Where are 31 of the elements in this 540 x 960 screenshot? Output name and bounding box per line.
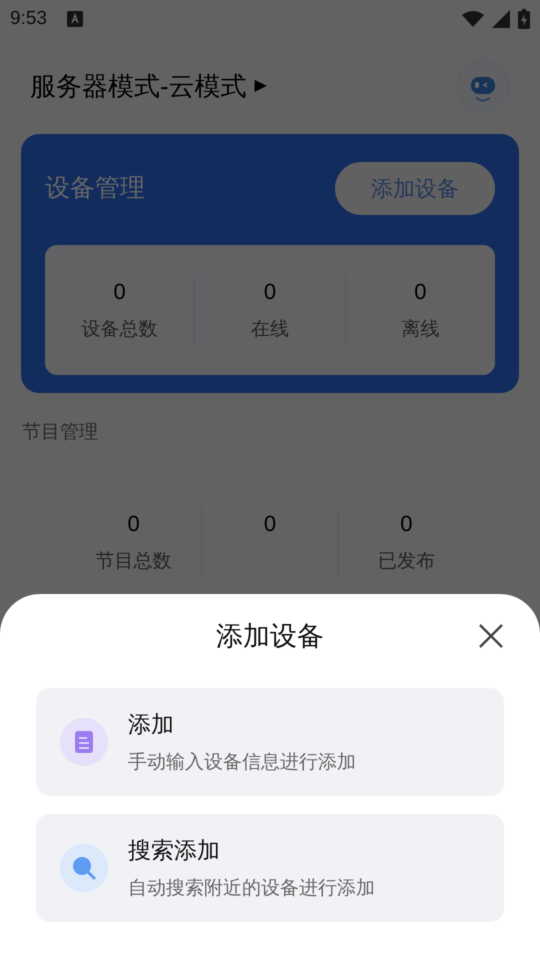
stat-value: 0 (114, 278, 126, 306)
document-icon (60, 718, 108, 766)
card-title: 设备管理 (45, 172, 145, 204)
stat-value: 0 (400, 510, 412, 538)
stat-label: 设备总数 (82, 318, 158, 342)
caret-icon[interactable]: ▶ (254, 74, 267, 98)
status-time: 9:53 (10, 6, 47, 31)
sheet-title: 添加设备 (216, 620, 324, 653)
mode-title[interactable]: 服务器模式-云模式 (30, 66, 247, 106)
battery-icon (518, 9, 530, 29)
add-device-button[interactable]: 添加设备 (335, 162, 495, 215)
close-icon[interactable] (478, 623, 504, 649)
stat-value: 0 (414, 278, 426, 306)
stat-value: 0 (128, 510, 140, 538)
option-card[interactable]: 添加 手动输入设备信息进行添加 (36, 688, 504, 796)
section-title: 节目管理 (22, 422, 98, 442)
option-title: 添加 (128, 710, 175, 738)
option-description: 自动搜索附近的设备进行添加 (128, 877, 375, 901)
option-card[interactable]: 搜索添加 自动搜索附近的设备进行添加 (36, 814, 504, 922)
stat-label: 在线 (250, 318, 289, 342)
stat-label: 离线 (401, 318, 440, 342)
stat-value: 0 (264, 510, 276, 538)
option-title: 搜索添加 (128, 836, 221, 864)
stat-label: 已发布 (378, 550, 435, 574)
signal-icon (492, 10, 510, 28)
search-icon (60, 844, 108, 892)
wifi-icon (462, 11, 484, 27)
stat-value: 0 (264, 278, 276, 306)
keyboard-icon (66, 11, 83, 27)
option-description: 手动输入设备信息进行添加 (128, 751, 356, 775)
stat-label: 节目总数 (96, 550, 172, 574)
